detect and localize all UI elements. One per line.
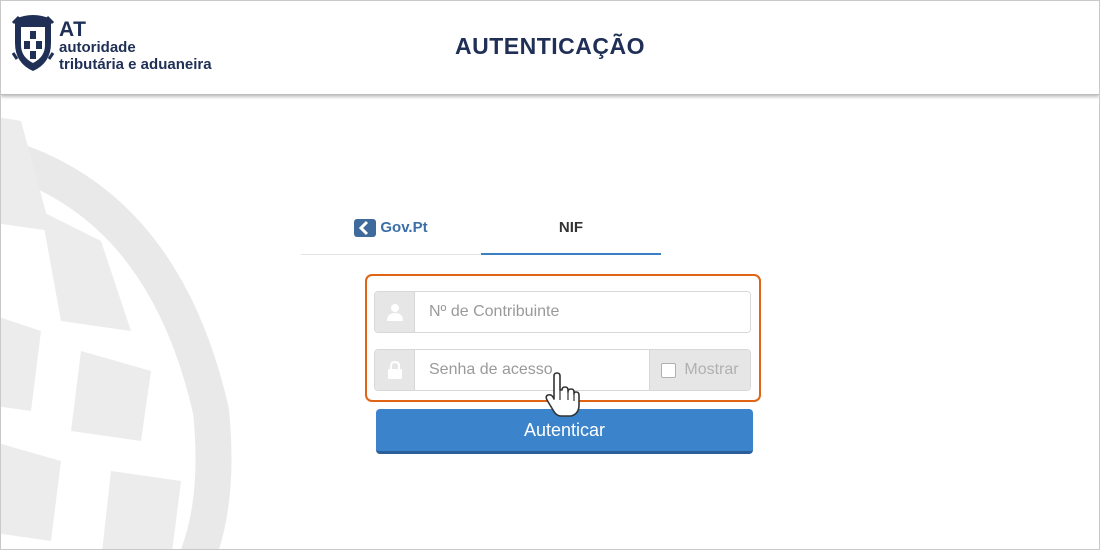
header: AT autoridade tributária e aduaneira AUT… <box>1 1 1099 95</box>
tab-gov-pt-label: Gov.Pt <box>380 219 428 236</box>
tab-gov-pt[interactable]: Gov.Pt <box>301 201 481 255</box>
tab-nif-label: NIF <box>558 218 584 236</box>
login-method-tabs: Gov.Pt NIF <box>301 201 661 255</box>
background-emblem-watermark <box>1 117 232 549</box>
tab-nif[interactable]: NIF <box>481 201 661 255</box>
gov-pt-icon <box>354 218 377 237</box>
hand-pointer-cursor-icon <box>545 372 580 417</box>
page: AT autoridade tributária e aduaneira AUT… <box>0 0 1100 550</box>
page-title: AUTENTICAÇÃO <box>455 33 645 59</box>
